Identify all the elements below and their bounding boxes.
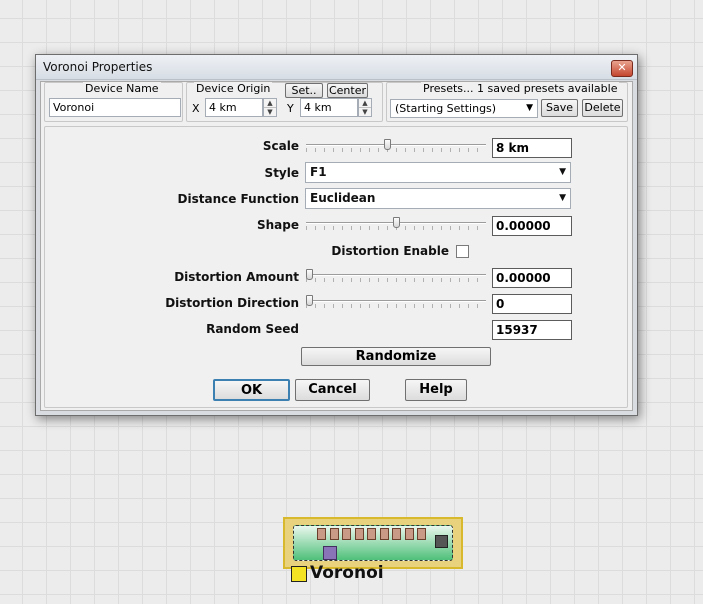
dialog-body: Device Name Voronoi Device Origin Set.. … bbox=[40, 81, 633, 411]
shape-value-input[interactable]: 0.00000 bbox=[492, 216, 572, 236]
dialog-title: Voronoi Properties bbox=[43, 60, 153, 74]
node-pin[interactable] bbox=[317, 528, 326, 540]
node-pin[interactable] bbox=[355, 528, 364, 540]
set-origin-button[interactable]: Set.. bbox=[285, 83, 323, 98]
slider-thumb[interactable] bbox=[306, 295, 313, 306]
node-color-square-icon bbox=[291, 566, 307, 582]
distortion-enable-checkbox[interactable] bbox=[456, 245, 469, 258]
style-select[interactable]: F1 ▼ bbox=[305, 162, 571, 183]
distortion-amount-slider[interactable] bbox=[306, 269, 486, 283]
chevron-down-icon: ▼ bbox=[559, 167, 566, 177]
origin-x-spinner[interactable]: ▲ ▼ bbox=[263, 98, 277, 117]
distortion-amount-value-input[interactable]: 0.00000 bbox=[492, 268, 572, 288]
node-input-port[interactable] bbox=[323, 546, 337, 560]
randomize-button[interactable]: Randomize bbox=[301, 347, 491, 366]
distortion-enable-label: Distortion Enable bbox=[331, 244, 449, 258]
device-origin-label: Device Origin bbox=[194, 82, 273, 95]
slider-thumb[interactable] bbox=[306, 269, 313, 280]
random-seed-label: Random Seed bbox=[206, 322, 299, 336]
delete-preset-button[interactable]: Delete bbox=[582, 99, 623, 117]
help-button[interactable]: Help bbox=[405, 379, 467, 401]
close-icon: ✕ bbox=[617, 61, 627, 74]
node-pin[interactable] bbox=[330, 528, 339, 540]
presets-label: Presets... 1 saved presets available bbox=[421, 82, 620, 95]
scale-slider[interactable] bbox=[306, 139, 486, 153]
chevron-down-icon: ▼ bbox=[559, 193, 566, 203]
distance-function-select[interactable]: Euclidean ▼ bbox=[305, 188, 571, 209]
voronoi-node[interactable] bbox=[283, 517, 463, 569]
ok-button[interactable]: OK bbox=[213, 379, 290, 401]
presets-select[interactable]: (Starting Settings) ▼ bbox=[390, 99, 538, 118]
device-name-input[interactable]: Voronoi bbox=[49, 98, 181, 117]
voronoi-node-label: Voronoi bbox=[310, 563, 384, 583]
distance-function-label: Distance Function bbox=[177, 192, 299, 206]
origin-y-label: Y bbox=[287, 102, 294, 115]
title-bar[interactable]: Voronoi Properties ✕ bbox=[36, 55, 637, 80]
scale-value-input[interactable]: 8 km bbox=[492, 138, 572, 158]
cancel-button[interactable]: Cancel bbox=[295, 379, 370, 401]
node-pin[interactable] bbox=[380, 528, 389, 540]
distortion-amount-label: Distortion Amount bbox=[174, 270, 299, 284]
spin-down-icon: ▼ bbox=[267, 108, 273, 116]
distance-function-selected: Euclidean bbox=[310, 191, 376, 205]
distortion-direction-value-input[interactable]: 0 bbox=[492, 294, 572, 314]
style-label: Style bbox=[264, 166, 299, 180]
origin-y-spinner[interactable]: ▲ ▼ bbox=[358, 98, 372, 117]
shape-label: Shape bbox=[256, 218, 299, 232]
scale-label: Scale bbox=[262, 139, 299, 153]
spin-up-icon: ▲ bbox=[359, 99, 371, 108]
node-pin[interactable] bbox=[405, 528, 414, 540]
distortion-direction-slider[interactable] bbox=[306, 295, 486, 309]
spin-up-icon: ▲ bbox=[264, 99, 276, 108]
origin-x-input[interactable]: 4 km bbox=[205, 98, 263, 117]
shape-slider[interactable] bbox=[306, 217, 486, 231]
spin-down-icon: ▼ bbox=[362, 108, 368, 116]
save-preset-button[interactable]: Save bbox=[541, 99, 578, 117]
style-selected: F1 bbox=[310, 165, 327, 179]
voronoi-properties-dialog: Voronoi Properties ✕ Device Name Voronoi… bbox=[35, 54, 638, 416]
node-pin[interactable] bbox=[367, 528, 376, 540]
presets-selected: (Starting Settings) bbox=[395, 102, 497, 115]
node-body[interactable] bbox=[293, 525, 453, 561]
origin-x-label: X bbox=[192, 102, 200, 115]
device-name-label: Device Name bbox=[83, 82, 161, 95]
random-seed-input[interactable]: 15937 bbox=[492, 320, 572, 340]
node-pin[interactable] bbox=[342, 528, 351, 540]
center-origin-button[interactable]: Center bbox=[327, 83, 368, 98]
node-output-port[interactable] bbox=[435, 535, 448, 548]
distortion-direction-label: Distortion Direction bbox=[165, 296, 299, 310]
close-button[interactable]: ✕ bbox=[611, 60, 633, 77]
node-pin[interactable] bbox=[392, 528, 401, 540]
origin-y-input[interactable]: 4 km bbox=[300, 98, 358, 117]
node-pin[interactable] bbox=[417, 528, 426, 540]
slider-thumb[interactable] bbox=[393, 217, 400, 228]
chevron-down-icon: ▼ bbox=[526, 103, 533, 113]
slider-thumb[interactable] bbox=[384, 139, 391, 150]
